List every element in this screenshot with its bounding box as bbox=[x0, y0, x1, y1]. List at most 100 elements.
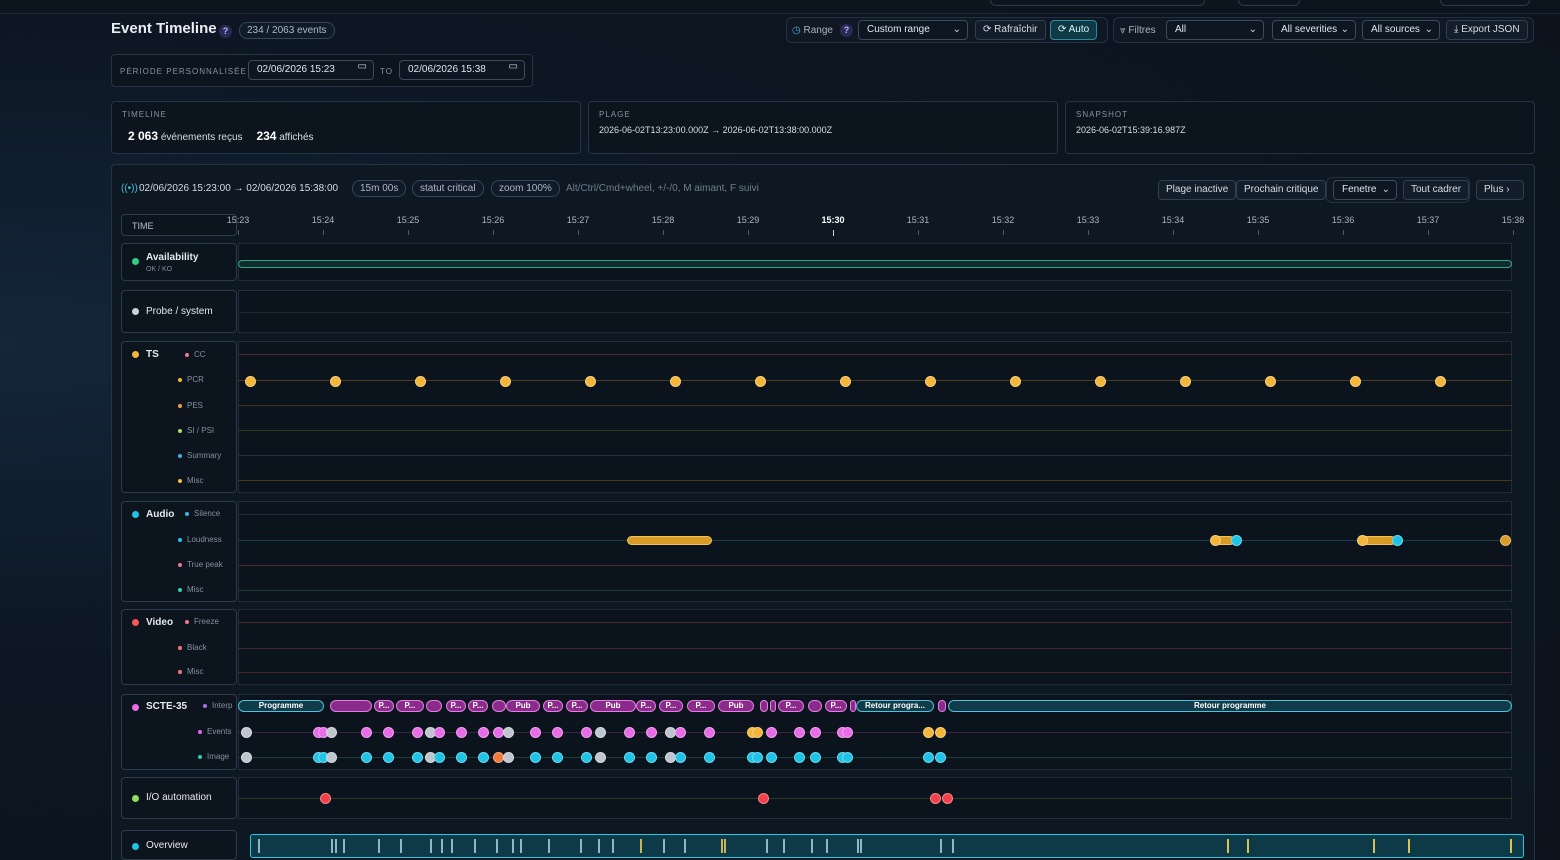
scte-event[interactable] bbox=[766, 727, 777, 738]
scte-programme-segment[interactable]: Retour progra... bbox=[856, 700, 934, 712]
help-icon[interactable]: ? bbox=[219, 25, 232, 38]
scte-event[interactable] bbox=[704, 727, 715, 738]
pcr-event[interactable] bbox=[840, 376, 851, 387]
pcr-event[interactable] bbox=[1350, 376, 1361, 387]
fit-all-button[interactable]: Tout cadrer bbox=[1403, 180, 1470, 200]
io-event[interactable] bbox=[758, 793, 769, 804]
scte-event[interactable] bbox=[326, 727, 337, 738]
pcr-event[interactable] bbox=[330, 376, 341, 387]
pcr-event[interactable] bbox=[585, 376, 596, 387]
scte-pub-segment[interactable]: P... bbox=[468, 700, 488, 712]
scte-image-event[interactable] bbox=[923, 752, 934, 763]
severity-select[interactable]: All severities ⌄ bbox=[1272, 20, 1356, 40]
loudness-event[interactable] bbox=[1231, 535, 1242, 546]
scte-event[interactable] bbox=[923, 727, 934, 738]
pcr-event[interactable] bbox=[1180, 376, 1191, 387]
scte-event[interactable] bbox=[581, 727, 592, 738]
source-select[interactable]: All sources ⌄ bbox=[1362, 20, 1440, 40]
scte-event[interactable] bbox=[241, 727, 252, 738]
scte-pub-segment[interactable]: P... bbox=[778, 700, 804, 712]
pcr-event[interactable] bbox=[245, 376, 256, 387]
range-help-icon[interactable]: ? bbox=[840, 24, 853, 37]
pcr-event[interactable] bbox=[1010, 376, 1021, 387]
availability-ok-bar[interactable] bbox=[238, 260, 1512, 268]
scte-image-event[interactable] bbox=[456, 752, 467, 763]
range-select[interactable]: Custom range ⌄ bbox=[858, 20, 968, 40]
scte-pub-segment[interactable] bbox=[760, 700, 768, 712]
loudness-event[interactable] bbox=[1392, 535, 1403, 546]
scte-pub-segment[interactable]: P... bbox=[659, 700, 683, 712]
export-json-button[interactable]: ⤓ Export JSON bbox=[1446, 20, 1528, 40]
scte-image-event[interactable] bbox=[361, 752, 372, 763]
scte-pub-segment[interactable]: Pub bbox=[506, 700, 540, 712]
scte-pub-segment[interactable]: Pub bbox=[718, 700, 754, 712]
lane-video[interactable] bbox=[238, 609, 1512, 685]
scte-event[interactable] bbox=[412, 727, 423, 738]
period-from-input[interactable]: 02/06/2026 15:23 ▭ bbox=[248, 60, 374, 80]
scte-event[interactable] bbox=[383, 727, 394, 738]
scte-pub-segment[interactable] bbox=[938, 700, 946, 712]
track-availability[interactable]: Availability OK / KO bbox=[121, 243, 237, 281]
scte-event[interactable] bbox=[646, 727, 657, 738]
scte-event[interactable] bbox=[552, 727, 563, 738]
top-action-pill[interactable] bbox=[1440, 0, 1530, 6]
track-ts[interactable]: TS bbox=[121, 341, 237, 493]
scte-image-event[interactable] bbox=[241, 752, 252, 763]
plage-inactive-button[interactable]: Plage inactive bbox=[1158, 180, 1237, 200]
top-search-pill[interactable] bbox=[990, 0, 1205, 6]
scte-event[interactable] bbox=[752, 727, 763, 738]
scte-image-event[interactable] bbox=[646, 752, 657, 763]
scte-pub-segment[interactable]: P... bbox=[446, 700, 466, 712]
scte-event[interactable] bbox=[675, 727, 686, 738]
scte-event[interactable] bbox=[810, 727, 821, 738]
scte-pub-segment[interactable]: P... bbox=[825, 700, 847, 712]
scte-image-event[interactable] bbox=[595, 752, 606, 763]
scte-event[interactable] bbox=[794, 727, 805, 738]
scte-pub-segment[interactable] bbox=[770, 700, 776, 712]
io-event[interactable] bbox=[930, 793, 941, 804]
window-select[interactable]: Fenetre ⌄ bbox=[1333, 180, 1397, 200]
refresh-button[interactable]: ⟳ Rafraîchir bbox=[975, 20, 1046, 40]
scte-pub-segment[interactable] bbox=[330, 700, 372, 712]
io-event[interactable] bbox=[942, 793, 953, 804]
scte-image-event[interactable] bbox=[810, 752, 821, 763]
scte-pub-segment[interactable] bbox=[492, 700, 506, 712]
scte-pub-segment[interactable]: P... bbox=[566, 700, 588, 712]
scte-image-event[interactable] bbox=[752, 752, 763, 763]
scte-event[interactable] bbox=[434, 727, 445, 738]
scte-programme-segment[interactable]: Programme bbox=[238, 700, 324, 712]
track-io[interactable]: I/O automation bbox=[121, 777, 237, 819]
scte-event[interactable] bbox=[624, 727, 635, 738]
scte-programme-segment[interactable]: Retour programme bbox=[948, 700, 1512, 712]
filter-type-select[interactable]: All ⌄ bbox=[1166, 20, 1264, 40]
scte-event[interactable] bbox=[478, 727, 489, 738]
scte-image-event[interactable] bbox=[704, 752, 715, 763]
auto-button[interactable]: ⟳ Auto bbox=[1050, 20, 1098, 40]
scte-event[interactable] bbox=[842, 727, 853, 738]
pcr-event[interactable] bbox=[500, 376, 511, 387]
scte-pub-segment[interactable]: P... bbox=[687, 700, 715, 712]
scte-image-event[interactable] bbox=[794, 752, 805, 763]
scte-pub-segment[interactable]: P... bbox=[543, 700, 563, 712]
scte-image-event[interactable] bbox=[842, 752, 853, 763]
scte-pub-segment[interactable] bbox=[426, 700, 442, 712]
top-pill[interactable] bbox=[1238, 0, 1300, 6]
pcr-event[interactable] bbox=[415, 376, 426, 387]
scte-image-event[interactable] bbox=[530, 752, 541, 763]
scte-image-event[interactable] bbox=[675, 752, 686, 763]
pcr-event[interactable] bbox=[1265, 376, 1276, 387]
scte-image-event[interactable] bbox=[766, 752, 777, 763]
track-overview[interactable]: Overview bbox=[121, 830, 237, 860]
scte-event[interactable] bbox=[935, 727, 946, 738]
scte-pub-segment[interactable] bbox=[808, 700, 822, 712]
scte-image-event[interactable] bbox=[383, 752, 394, 763]
scte-event[interactable] bbox=[361, 727, 372, 738]
scte-event[interactable] bbox=[456, 727, 467, 738]
pcr-event[interactable] bbox=[925, 376, 936, 387]
scte-pub-segment[interactable]: P... bbox=[396, 700, 424, 712]
loudness-event[interactable] bbox=[1210, 535, 1221, 546]
scte-image-event[interactable] bbox=[935, 752, 946, 763]
scte-event[interactable] bbox=[595, 727, 606, 738]
pcr-event[interactable] bbox=[755, 376, 766, 387]
loudness-event[interactable] bbox=[1357, 535, 1368, 546]
